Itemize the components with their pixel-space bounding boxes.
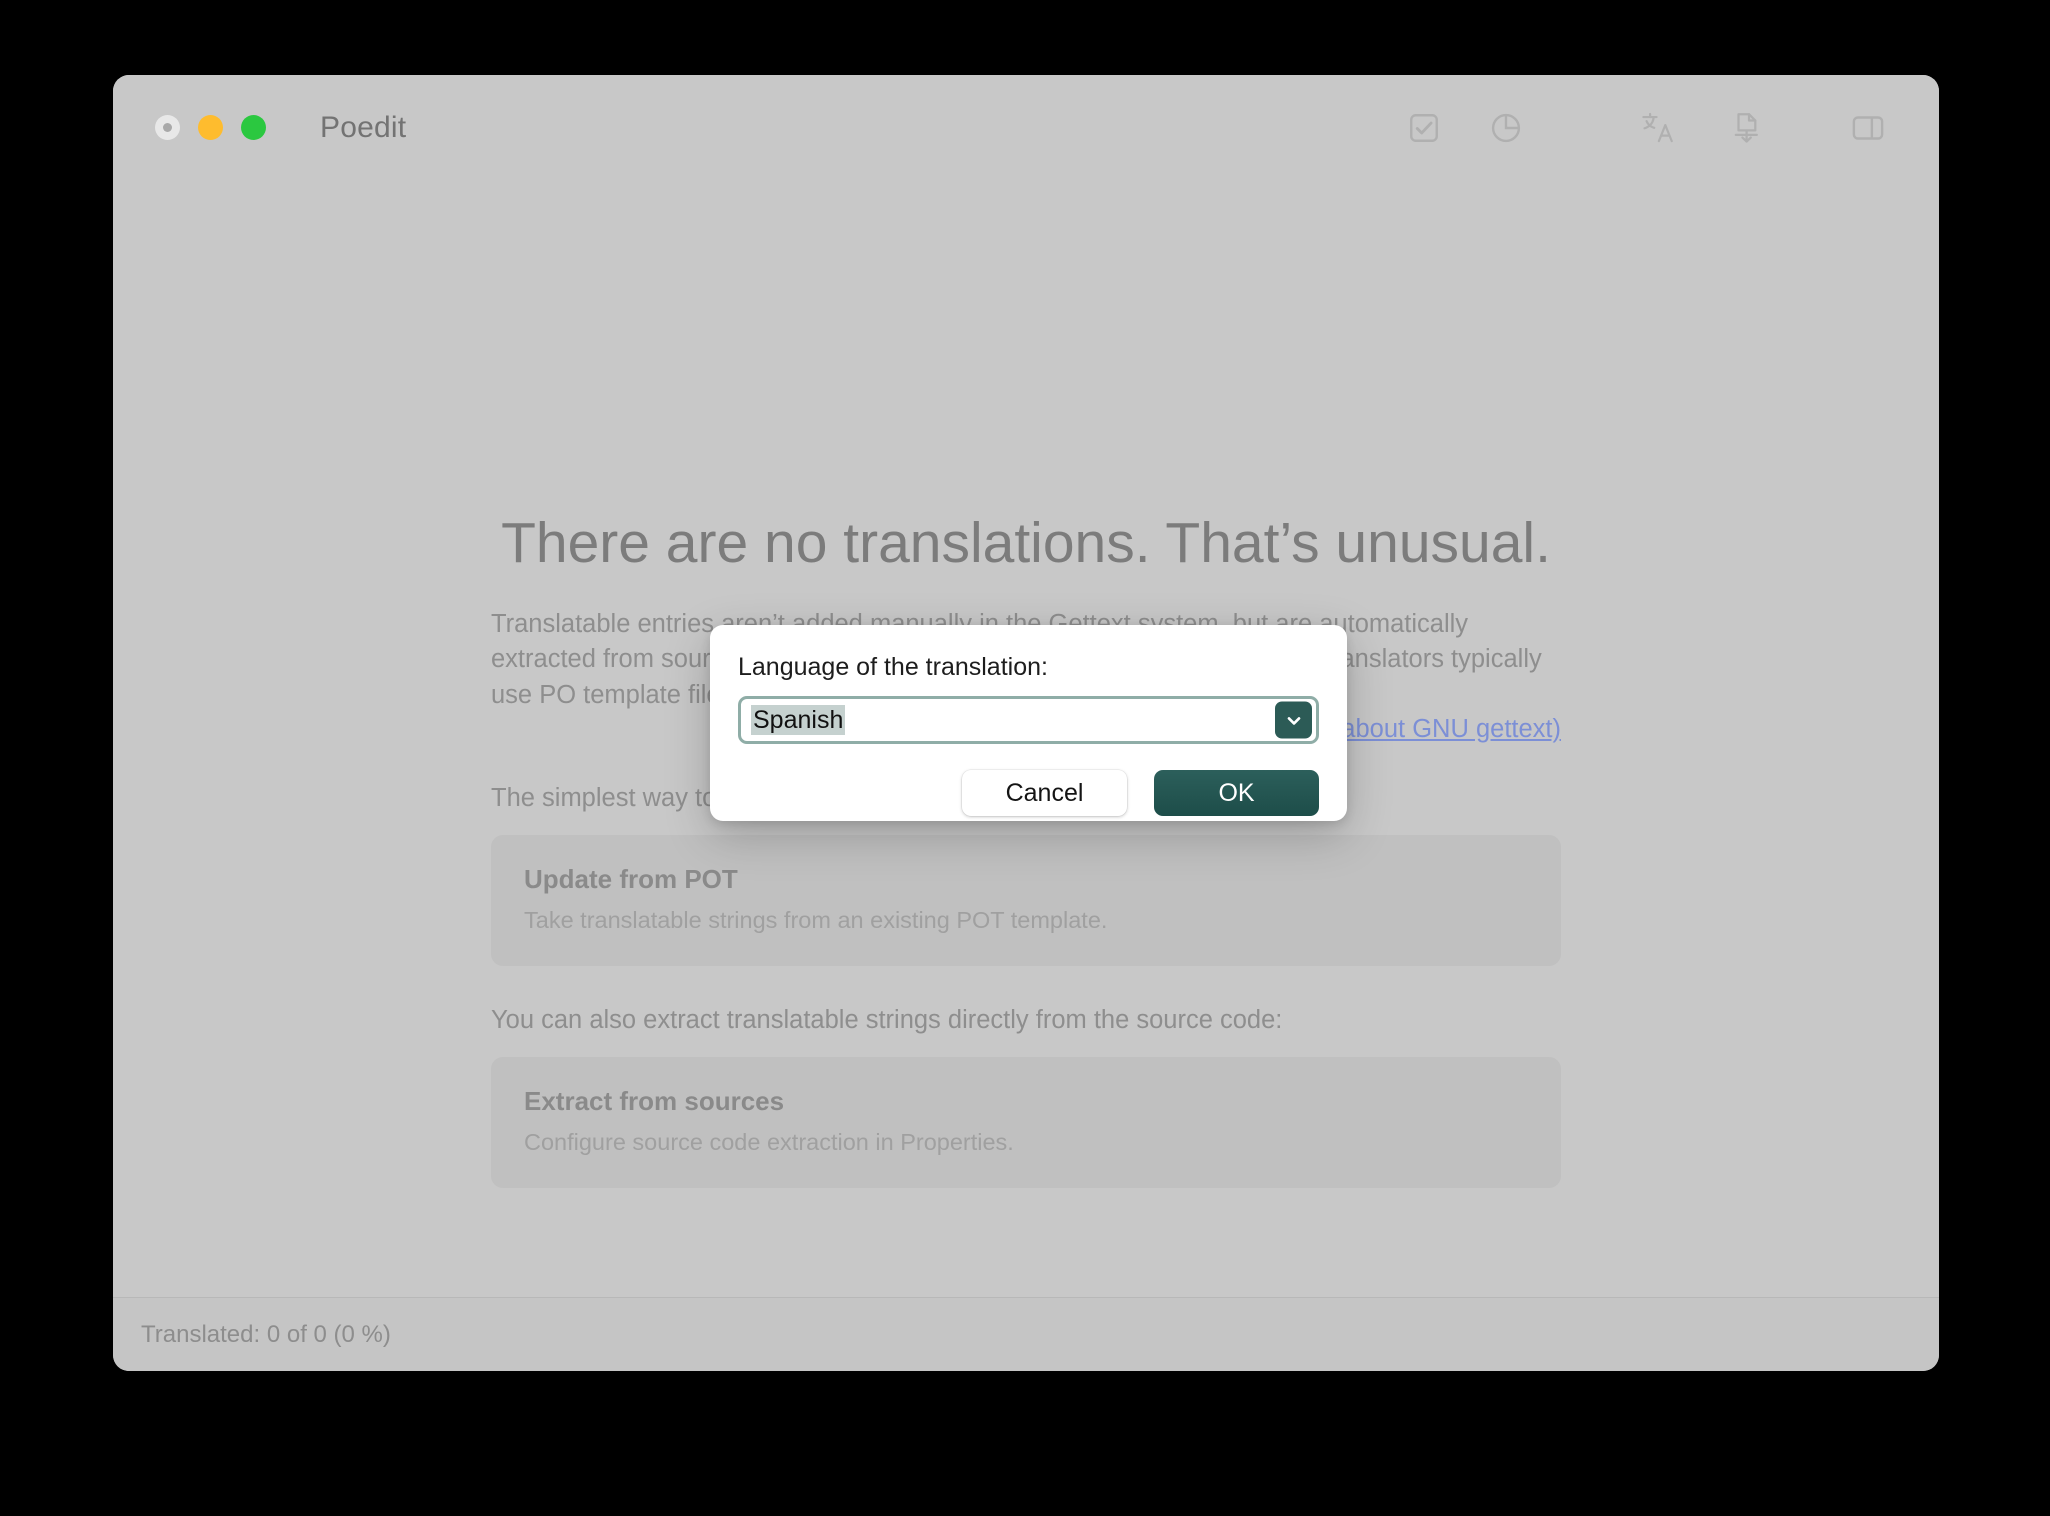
cancel-button[interactable]: Cancel bbox=[962, 770, 1127, 816]
window-title: Poedit bbox=[320, 110, 407, 144]
close-window-button[interactable] bbox=[155, 115, 180, 140]
minimize-window-button[interactable] bbox=[198, 115, 223, 140]
extract-from-sources-title: Extract from sources bbox=[524, 1085, 785, 1116]
sidebar-toggle-icon[interactable] bbox=[1837, 97, 1899, 159]
close-icon bbox=[163, 123, 172, 132]
translated-count-status: Translated: 0 of 0 (0 %) bbox=[141, 1320, 391, 1348]
update-from-pot-title: Update from POT bbox=[524, 863, 738, 894]
toolbar bbox=[1393, 75, 1899, 180]
chevron-down-icon[interactable] bbox=[1275, 701, 1312, 739]
document-export-icon[interactable] bbox=[1715, 97, 1777, 159]
maximize-window-button[interactable] bbox=[241, 115, 266, 140]
language-dialog-label: Language of the translation: bbox=[738, 653, 1048, 681]
empty-state-panel: There are no translations. That’s unusua… bbox=[491, 510, 1561, 1188]
update-from-pot-subtitle: Take translatable strings from an existi… bbox=[524, 906, 1108, 933]
extract-from-sources-card[interactable]: Extract from sources Configure source co… bbox=[491, 1056, 1561, 1188]
screen: Poedit There are no translations. That’s… bbox=[0, 0, 2050, 1516]
language-dialog: Language of the translation: Spanish Can… bbox=[710, 625, 1347, 821]
language-combobox-value[interactable]: Spanish bbox=[751, 704, 846, 736]
language-combobox[interactable]: Spanish bbox=[738, 696, 1319, 744]
traffic-lights bbox=[155, 115, 266, 140]
translate-icon[interactable] bbox=[1627, 97, 1689, 159]
update-from-pot-card[interactable]: Update from POT Take translatable string… bbox=[491, 834, 1561, 966]
window-titlebar: Poedit bbox=[113, 75, 1939, 180]
status-bar: Translated: 0 of 0 (0 %) bbox=[113, 1297, 1939, 1371]
pie-chart-icon[interactable] bbox=[1475, 97, 1537, 159]
extract-from-sources-subtitle: Configure source code extraction in Prop… bbox=[524, 1128, 1014, 1155]
page-title: There are no translations. That’s unusua… bbox=[501, 511, 1551, 575]
sources-lead-text: You can also extract translatable string… bbox=[491, 1005, 1283, 1034]
dialog-button-row: Cancel OK bbox=[738, 770, 1319, 816]
checkmark-box-icon[interactable] bbox=[1393, 97, 1455, 159]
ok-button[interactable]: OK bbox=[1154, 770, 1319, 816]
